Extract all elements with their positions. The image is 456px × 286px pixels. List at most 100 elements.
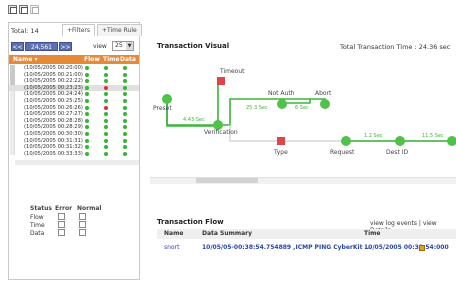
status-dot-icon (85, 79, 89, 84)
transaction-list: (10/05/2005 00:20:00) (10/05/2005 00:21:0… (9, 65, 139, 160)
edge-label-4: 1.2 Sec (364, 133, 383, 139)
total-transaction-time: Total Transaction Time : 24.36 sec (340, 43, 451, 51)
request-node[interactable] (341, 136, 351, 146)
status-dot-icon (123, 138, 127, 143)
legend-error-header: Error (55, 205, 73, 212)
preset-node[interactable] (162, 94, 172, 104)
status-dot-icon (104, 151, 108, 156)
list-item[interactable]: (10/05/2005 00:22:22) (9, 78, 139, 84)
pager-page-display: 24,561 (25, 42, 58, 51)
list-item-timestamp: (10/05/2005 00:28:28) (24, 117, 83, 124)
status-dot-icon (85, 85, 89, 90)
status-dot-icon (104, 85, 108, 90)
flow-row-data-summary[interactable]: 10/05/05-00:38:54.754889 ,ICMP PING Cybe… (202, 243, 371, 253)
page-size-select[interactable]: 25 ▼ (112, 41, 134, 51)
status-dot-icon (85, 132, 89, 136)
list-item-timestamp: (10/05/2005 00:22:22) (24, 78, 83, 85)
status-dot-icon (85, 145, 89, 150)
tab-time-rule[interactable]: +Time Rule (97, 24, 142, 36)
status-dot-icon (85, 66, 89, 70)
status-dot-icon (123, 79, 127, 84)
status-dot-icon (85, 138, 89, 143)
column-data-summary: Data Summary (202, 230, 253, 237)
edge-label-3: 6 Sec (295, 105, 309, 111)
column-data[interactable]: Data (120, 55, 136, 64)
list-item[interactable]: (10/05/2005 00:30:30) (9, 131, 139, 137)
status-dot-icon (123, 145, 127, 150)
list-item-timestamp: (10/05/2005 00:20:00) (24, 65, 83, 71)
status-dot-icon (123, 66, 127, 70)
status-dot-icon (104, 138, 108, 143)
transaction-flow-diagram: Timeout Preset Verification Not Auth Abo… (153, 68, 456, 156)
flow-table-header: Name Data Summary Time (157, 229, 456, 239)
type-label: Type (273, 149, 288, 156)
data-normal-checkbox[interactable] (79, 229, 86, 236)
next-node[interactable] (447, 136, 456, 146)
window-icon-disabled (30, 5, 39, 14)
transaction-flow-title: Transaction Flow (157, 218, 224, 226)
status-dot-icon (104, 66, 108, 70)
time-error-checkbox[interactable] (58, 221, 65, 228)
legend-normal-header: Normal (77, 205, 102, 212)
list-item[interactable]: (10/05/2005 00:28:28) (9, 118, 139, 124)
diagram-scroll-thumb[interactable] (196, 178, 258, 183)
list-horizontal-scrollbar[interactable] (15, 160, 139, 165)
timeout-node[interactable] (217, 77, 225, 85)
abort-node[interactable] (320, 99, 330, 109)
verification-label: Verification (204, 129, 238, 136)
pager-prev-button[interactable]: << (11, 42, 24, 51)
table-row[interactable]: snort 10/05/05-00:38:54.754889 ,ICMP PIN… (157, 243, 456, 253)
list-item-timestamp: (10/05/2005 00:27:27) (24, 111, 83, 118)
window-icon[interactable] (19, 5, 28, 14)
flow-normal-checkbox[interactable] (79, 213, 86, 220)
list-item[interactable]: (10/05/2005 00:31:31) (9, 138, 139, 144)
edge-label-5: 11.5 Sec (422, 133, 444, 139)
list-item[interactable]: (10/05/2005 00:33:33) (9, 151, 139, 157)
status-dot-icon (123, 105, 127, 110)
status-dot-icon (104, 145, 108, 150)
list-item[interactable]: (10/05/2005 00:26:26) (9, 105, 139, 111)
list-item-timestamp: (10/05/2005 00:21:00) (24, 71, 83, 78)
list-item[interactable]: (10/05/2005 00:25:25) (9, 98, 139, 104)
list-item[interactable]: (10/05/2005 00:27:27) (9, 111, 139, 117)
column-time[interactable]: Time (103, 55, 119, 64)
column-name[interactable]: Name ▾ (13, 55, 38, 64)
status-dot-icon (123, 125, 127, 130)
flow-row-name[interactable]: snort (164, 243, 179, 253)
status-dot-icon (85, 125, 89, 130)
list-item-timestamp: (10/05/2005 00:23:23) (24, 84, 83, 91)
abort-label: Abort (315, 90, 332, 97)
list-item[interactable]: (10/05/2005 00:28:29) (9, 124, 139, 130)
status-dot-icon (123, 118, 127, 123)
flow-error-checkbox[interactable] (58, 213, 65, 220)
list-item[interactable]: (10/05/2005 00:23:23) (9, 84, 139, 91)
window-icon[interactable] (8, 5, 17, 14)
column-flow[interactable]: Flow (84, 55, 100, 64)
status-dot-icon (104, 72, 108, 77)
not-auth-node[interactable] (277, 99, 287, 109)
list-item-timestamp: (10/05/2005 00:30:30) (24, 131, 83, 137)
legend-flow-label: Flow (30, 214, 44, 221)
status-dot-icon (85, 105, 89, 110)
status-dot-icon (123, 72, 127, 77)
data-error-checkbox[interactable] (58, 229, 65, 236)
status-dot-icon (123, 151, 127, 156)
column-flow-name: Name (164, 230, 184, 237)
pager-next-button[interactable]: >> (59, 42, 72, 51)
status-dot-icon (85, 92, 89, 97)
status-dot-icon (85, 118, 89, 123)
type-node[interactable] (277, 137, 285, 145)
list-item[interactable]: (10/05/2005 00:31:32) (9, 144, 139, 150)
transaction-visual-title: Transaction Visual (157, 42, 230, 50)
status-dot-icon (123, 99, 127, 103)
list-item-timestamp: (10/05/2005 00:28:29) (24, 124, 83, 131)
list-item[interactable]: (10/05/2005 00:24:24) (9, 91, 139, 97)
dest-id-node[interactable] (395, 136, 405, 146)
list-item[interactable]: (10/05/2005 00:21:00) (9, 72, 139, 78)
not-auth-label: Not Auth (268, 90, 295, 97)
tab-filters[interactable]: +Filters (62, 24, 96, 36)
detail-badge-icon[interactable] (419, 245, 425, 251)
time-normal-checkbox[interactable] (79, 221, 86, 228)
flow-row-time[interactable]: 10/05/2005 00:30:54:000 (364, 243, 449, 253)
list-item[interactable]: (10/05/2005 00:20:00) (9, 65, 139, 71)
